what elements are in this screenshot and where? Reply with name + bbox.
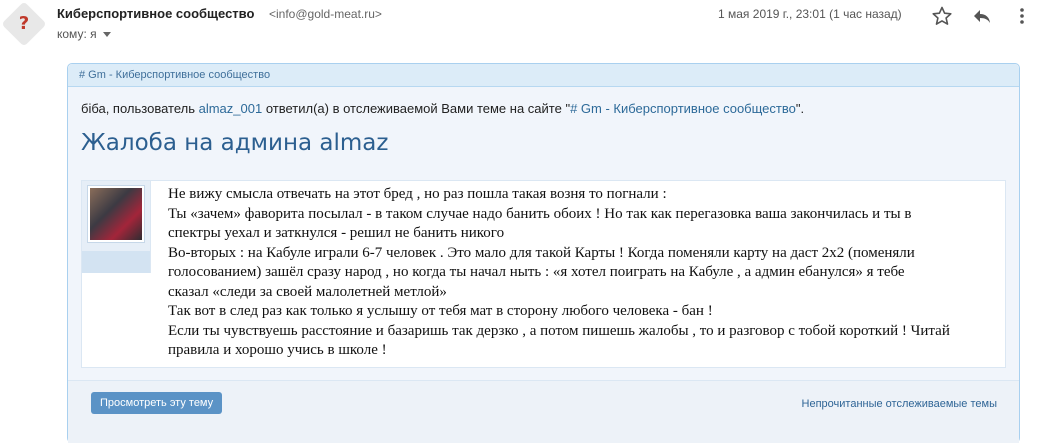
post-body: Не вижу смысла отвечать на этот бред , н… [168,185,998,361]
intro-middle: ответил(а) в отслеживаемой Вами теме на … [262,101,571,116]
recipient-label: кому: я [57,27,97,41]
intro-prefix: біба, пользователь [81,101,199,116]
post-line: Ты «зачем» фаворита посылал - в таком сл… [168,205,912,222]
post-line: спектры уехал и заткнулся - решил не бан… [168,225,505,241]
post-line: сказал «следи за своей малолетней метлой… [168,283,447,300]
post-box: Не вижу смысла отвечать на этот бред , н… [81,180,1006,368]
post-line: Во-вторых : на Кабуле играли 6-7 человек… [168,244,915,261]
post-avatar-panel [82,181,151,273]
star-button[interactable] [930,4,954,28]
reply-button[interactable] [970,4,994,28]
user-link[interactable]: almaz_001 [199,101,263,116]
site-link[interactable]: # Gm - Киберспортивное сообщество [570,101,796,116]
more-options-button[interactable] [1010,4,1034,28]
forum-tag[interactable]: # Gm - Киберспортивное сообщество [79,69,270,81]
sender-email: <info@gold-meat.ru> [269,7,382,21]
recipient-dropdown[interactable]: кому: я [57,27,111,41]
question-mark-icon: ? [18,13,30,34]
avatar-strip [82,251,150,273]
forum-tag-bar: # Gm - Киберспортивное сообщество [68,64,1019,87]
email-date: 1 мая 2019 г., 23:01 (1 час назад) [718,7,902,21]
post-line: Если ты чувствуешь расстояние и базаришь… [168,322,950,339]
post-line: голосованием) зашёл сразу народ , но ког… [168,264,905,280]
email-header: ? Киберспортивное сообщество <info@gold-… [0,0,1040,50]
user-avatar[interactable] [88,186,144,242]
card-footer: Просмотреть эту тему Непрочитанные отсле… [68,380,1019,443]
notification-card: # Gm - Киберспортивное сообщество біба, … [67,63,1020,443]
reply-icon [974,10,990,23]
caret-down-icon[interactable] [102,32,111,38]
post-line: правила и хорошо учись в школе ! [168,342,387,358]
unread-threads-link[interactable]: Непрочитанные отслеживаемые темы [802,398,997,410]
thread-title[interactable]: Жалоба на админа almaz [81,130,388,156]
post-line: Не вижу смысла отвечать на этот бред , н… [168,186,667,202]
intro-text: біба, пользователь almaz_001 ответил(а) … [81,101,804,116]
star-icon [932,6,952,25]
sender-name[interactable]: Киберспортивное сообщество [57,6,254,21]
view-thread-button[interactable]: Просмотреть эту тему [91,392,223,414]
post-line: Так вот в след раз как только я услышу о… [168,303,713,319]
more-vertical-icon [1020,8,1024,24]
intro-suffix: ". [795,101,805,116]
